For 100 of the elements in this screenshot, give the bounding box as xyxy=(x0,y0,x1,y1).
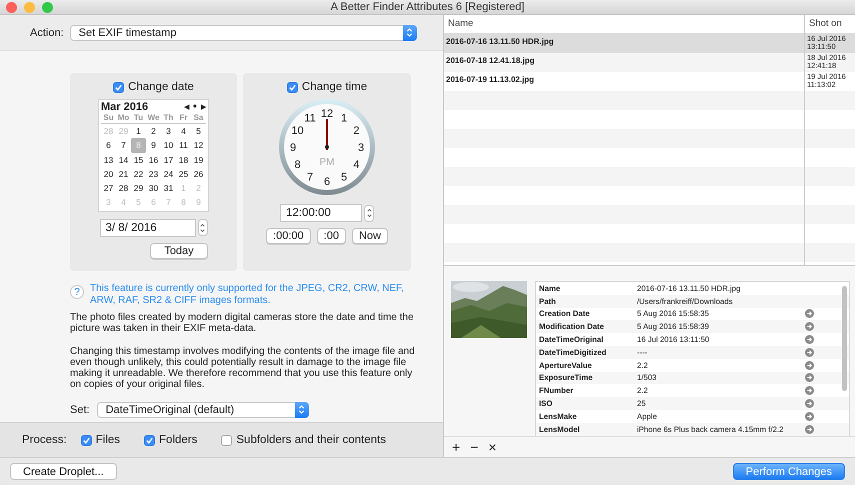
weekday-label: Fr xyxy=(178,113,188,122)
action-label: Action: xyxy=(30,26,64,38)
clock-numeral: 7 xyxy=(306,171,314,184)
help-icon[interactable]: ? xyxy=(70,285,84,299)
arrow-icon[interactable] xyxy=(805,322,814,332)
checkbox[interactable] xyxy=(144,434,156,446)
arrow-icon[interactable] xyxy=(805,360,814,370)
weekday-label: Sa xyxy=(192,113,204,122)
weekday-label: Tu xyxy=(132,113,144,122)
calendar-day[interactable]: 14 xyxy=(116,152,131,167)
clock-numeral: 12 xyxy=(320,108,334,120)
stepper[interactable] xyxy=(198,219,208,236)
arrow-icon[interactable] xyxy=(805,309,814,318)
checkbox[interactable] xyxy=(80,434,92,446)
time-field[interactable]: 12:00:00 xyxy=(280,204,362,222)
calendar-day[interactable]: 27 xyxy=(101,181,116,196)
calendar-day[interactable]: 29 xyxy=(131,181,146,196)
file-name: 2016-07-16 13.11.50 HDR.jpg xyxy=(445,36,555,48)
checkbox-label: Subfolders and their contents xyxy=(236,434,386,446)
process-label: Process: xyxy=(22,434,67,446)
list-tool-button[interactable]: + xyxy=(452,440,460,454)
calendar-day[interactable]: 11 xyxy=(176,138,191,153)
weekday-label: Su xyxy=(102,113,115,122)
clock-numeral: 1 xyxy=(340,112,348,125)
calendar-day[interactable]: 31 xyxy=(161,181,176,196)
calendar-day[interactable]: 10 xyxy=(161,138,176,153)
time-button[interactable]: Now xyxy=(352,228,388,244)
weekday-label: We xyxy=(146,113,160,122)
today-button[interactable]: Today xyxy=(150,242,208,259)
clock-numeral: 11 xyxy=(304,112,316,125)
clock-numeral: 8 xyxy=(294,159,301,171)
clock-numeral: 6 xyxy=(324,176,330,188)
checkbox-label: Files xyxy=(96,434,120,446)
arrow-icon[interactable] xyxy=(805,424,814,434)
set-popup[interactable]: DateTimeOriginal (default) xyxy=(96,402,309,418)
clock-numeral: 2 xyxy=(353,125,360,137)
calendar-day[interactable]: 17 xyxy=(161,152,176,167)
calendar-day[interactable]: 13 xyxy=(101,152,116,167)
weekday-label: Mo xyxy=(116,113,130,122)
calendar-day[interactable]: 3 xyxy=(161,124,176,138)
weekday-label: Th xyxy=(162,113,174,122)
calendar-day[interactable]: 12 xyxy=(191,138,206,153)
clock-numeral: 10 xyxy=(291,125,304,137)
arrow-icon[interactable] xyxy=(805,373,814,382)
clock-numeral: 9 xyxy=(290,142,296,154)
calendar-day[interactable]: 25 xyxy=(176,166,191,182)
stepper[interactable] xyxy=(364,204,374,222)
calendar-day[interactable]: 16 xyxy=(146,152,161,167)
period-label: PM xyxy=(320,157,334,168)
list-tool-button[interactable]: − xyxy=(470,440,478,454)
calendar-day[interactable]: 23 xyxy=(146,166,161,182)
checkbox[interactable] xyxy=(286,82,298,92)
updown-arrow-icon xyxy=(366,206,372,220)
calendar-day[interactable]: 7 xyxy=(116,138,131,153)
calendar-day[interactable]: 4 xyxy=(176,124,191,138)
arrow-icon[interactable] xyxy=(805,386,814,396)
column-header[interactable]: Shot on xyxy=(804,15,855,33)
date-field[interactable]: 3/ 8/ 2016 xyxy=(100,218,196,237)
clock-numeral: 3 xyxy=(358,142,364,154)
updown-arrow-icon xyxy=(298,404,306,416)
calendar-day[interactable]: 28 xyxy=(116,181,131,196)
time-button[interactable]: :00 xyxy=(316,228,346,244)
calendar-day[interactable]: 9 xyxy=(146,138,161,153)
description-text: Changing this timestamp involves modifying the contents of the image file and even though unlikely, this could potentially result in damage to the image file making it unreadable. We therefore recommend that you use this feature only on copies of your original files. xyxy=(70,346,416,391)
zoom-button[interactable] xyxy=(42,2,53,13)
calendar-day[interactable]: 5 xyxy=(191,124,206,138)
calendar-day[interactable]: 19 xyxy=(191,152,206,167)
action-popup[interactable]: Set EXIF timestamp xyxy=(70,24,417,40)
time-button[interactable]: :00:00 xyxy=(266,228,311,244)
arrow-icon[interactable] xyxy=(805,335,814,344)
calendar-day[interactable]: 15 xyxy=(131,152,146,167)
arrow-icon[interactable] xyxy=(805,412,814,421)
checkbox-label: Change date xyxy=(128,81,194,93)
checkbox-label: Change time xyxy=(302,81,368,93)
arrow-icon[interactable] xyxy=(805,348,814,357)
format-note: This feature is currently only supported for the JPEG, CR2, CRW, NEF, ARW, RAF, SR2 & CIFF images formats. xyxy=(90,283,405,306)
calendar-day[interactable]: 21 xyxy=(116,166,131,182)
calendar-day[interactable]: 1 xyxy=(131,124,146,138)
calendar-day[interactable]: 26 xyxy=(191,166,206,182)
checkbox[interactable] xyxy=(221,434,232,446)
checkbox-label: Folders xyxy=(159,434,198,446)
scrollbar[interactable] xyxy=(842,286,847,391)
set-label: Set: xyxy=(70,404,90,416)
checkbox[interactable] xyxy=(113,82,124,92)
list-tool-button[interactable]: × xyxy=(488,440,497,454)
create-droplet-button[interactable]: Create Droplet... xyxy=(10,463,117,480)
calendar-day[interactable]: 30 xyxy=(146,181,161,196)
close-button[interactable] xyxy=(6,2,17,13)
file-name: 2016-07-18 12.41.18.jpg xyxy=(445,55,536,67)
description-text: The photo files created by modern digital cameras store the date and time the picture was taken in their EXIF meta-data. xyxy=(70,312,415,335)
calendar-day[interactable]: 22 xyxy=(131,166,146,182)
calendar-day[interactable]: 20 xyxy=(101,166,116,182)
month-label: Mar 2016 xyxy=(101,101,148,113)
arrow-icon[interactable] xyxy=(805,399,814,408)
calendar-day[interactable]: 6 xyxy=(101,138,116,153)
clock-numeral: 4 xyxy=(353,159,360,171)
column-header[interactable]: Name xyxy=(444,15,804,33)
calendar-day[interactable]: 18 xyxy=(176,152,191,167)
calendar-day[interactable]: 2 xyxy=(146,124,161,138)
calendar-day[interactable]: 24 xyxy=(161,166,176,182)
